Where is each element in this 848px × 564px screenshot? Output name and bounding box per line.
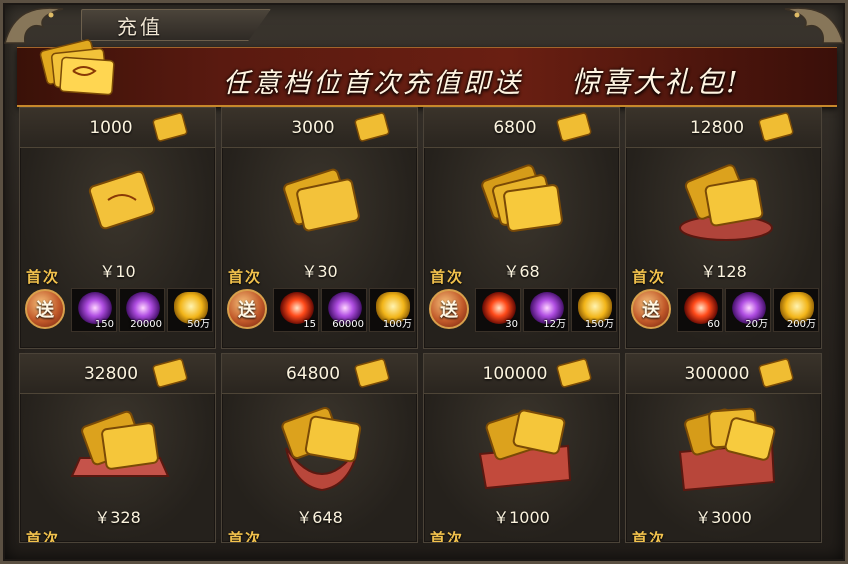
recharge-tier-card[interactable]: 12800 ￥128 首次 送 60 20万 200万 <box>625 107 822 349</box>
recharge-tier-card[interactable]: 64800 ￥648 首次 <box>221 353 418 543</box>
recharge-tier-card[interactable]: 100000 ￥1000 首次 <box>423 353 620 543</box>
first-recharge-label: 首次 <box>632 530 667 543</box>
dragon-ornament-icon <box>784 7 844 44</box>
gift-count: 60000 <box>332 319 364 330</box>
send-badge: 送 <box>25 289 65 329</box>
gift-row: 送 60 20万 200万 <box>628 286 821 332</box>
tier-price: ￥3000 <box>695 508 752 527</box>
gold-ticket-icon <box>758 112 794 142</box>
recharge-window: 充值 任意档位首次充值即送 惊喜大礼包! 1000 ￥10 首次 送 150 2… <box>0 0 848 564</box>
first-recharge-label: 首次 <box>632 268 667 286</box>
gift-item[interactable]: 12万 <box>523 288 569 332</box>
gift-item[interactable]: 150 <box>71 288 117 332</box>
gold-ticket-stack-icon <box>481 164 563 232</box>
gold-ticket-chest-icon <box>678 407 776 492</box>
gold-ticket-icon <box>354 112 390 142</box>
gift-item[interactable]: 60000 <box>321 288 367 332</box>
gift-count: 200万 <box>786 319 816 330</box>
gift-row: 送 15 60000 100万 <box>224 286 417 332</box>
gold-ticket-icon <box>88 170 156 230</box>
gold-ticket-box-icon <box>478 409 572 490</box>
tier-price: ￥328 <box>94 508 141 527</box>
recharge-tier-card[interactable]: 6800 ￥68 首次 送 30 12万 150万 <box>423 107 620 349</box>
gift-count: 150 <box>94 319 114 330</box>
gold-ticket-stack-icon <box>39 39 115 96</box>
first-recharge-label: 首次 <box>430 530 465 543</box>
first-recharge-label: 首次 <box>228 530 263 543</box>
gold-ticket-icon <box>758 358 794 388</box>
gift-count: 150万 <box>584 319 614 330</box>
gift-count: 20万 <box>745 319 768 330</box>
gift-count: 30 <box>505 319 518 330</box>
gift-row: 送 150 20000 50万 <box>22 286 215 332</box>
gift-count: 20000 <box>130 319 162 330</box>
gift-row: 送 30 12万 150万 <box>426 286 619 332</box>
gold-ticket-icon <box>556 358 592 388</box>
gift-count: 12万 <box>543 319 566 330</box>
gift-item[interactable]: 100万 <box>369 288 415 332</box>
banner-highlight: 惊喜大礼包! <box>571 65 740 99</box>
gift-count: 100万 <box>382 319 412 330</box>
gift-item[interactable]: 15 <box>273 288 319 332</box>
gift-item[interactable]: 200万 <box>773 288 819 332</box>
send-badge: 送 <box>227 289 267 329</box>
gift-item[interactable]: 150万 <box>571 288 617 332</box>
recharge-tier-card[interactable]: 3000 ￥30 首次 送 15 60000 100万 <box>221 107 418 349</box>
send-badge: 送 <box>631 289 671 329</box>
window-title: 充值 <box>117 15 163 39</box>
recharge-tier-card[interactable]: 1000 ￥10 首次 送 150 20000 50万 <box>19 107 216 349</box>
gift-count: 60 <box>707 319 720 330</box>
first-recharge-label: 首次 <box>26 268 61 286</box>
send-badge: 送 <box>429 289 469 329</box>
gift-item[interactable]: 50万 <box>167 288 213 332</box>
gift-count: 15 <box>303 319 316 330</box>
first-recharge-label: 首次 <box>228 268 263 286</box>
tier-price: ￥1000 <box>493 508 550 527</box>
gift-item[interactable]: 20000 <box>119 288 165 332</box>
gold-ticket-icon <box>556 112 592 142</box>
gold-ticket-icon <box>152 112 188 142</box>
first-recharge-label: 首次 <box>26 530 61 543</box>
gold-ticket-bag-icon <box>281 407 362 492</box>
gift-item[interactable]: 30 <box>475 288 521 332</box>
banner-text: 任意档位首次充值即送 <box>223 68 523 99</box>
tier-grid: 1000 ￥10 首次 送 150 20000 50万 3000 ￥30 首次 … <box>17 107 823 543</box>
first-recharge-label: 首次 <box>430 268 465 286</box>
gift-item[interactable]: 60 <box>677 288 723 332</box>
gold-ticket-cushion-icon <box>70 410 170 477</box>
tier-price: ￥648 <box>296 508 343 527</box>
gold-ticket-icon <box>354 358 390 388</box>
gift-item[interactable]: 20万 <box>725 288 771 332</box>
recharge-tier-card[interactable]: 300000 ￥3000 首次 <box>625 353 822 543</box>
gold-ticket-icon <box>152 358 188 388</box>
gold-ticket-pile-icon <box>679 164 773 241</box>
gold-ticket-pair-icon <box>283 168 360 232</box>
gift-count: 50万 <box>187 319 210 330</box>
recharge-tier-card[interactable]: 32800 ￥328 首次 <box>19 353 216 543</box>
